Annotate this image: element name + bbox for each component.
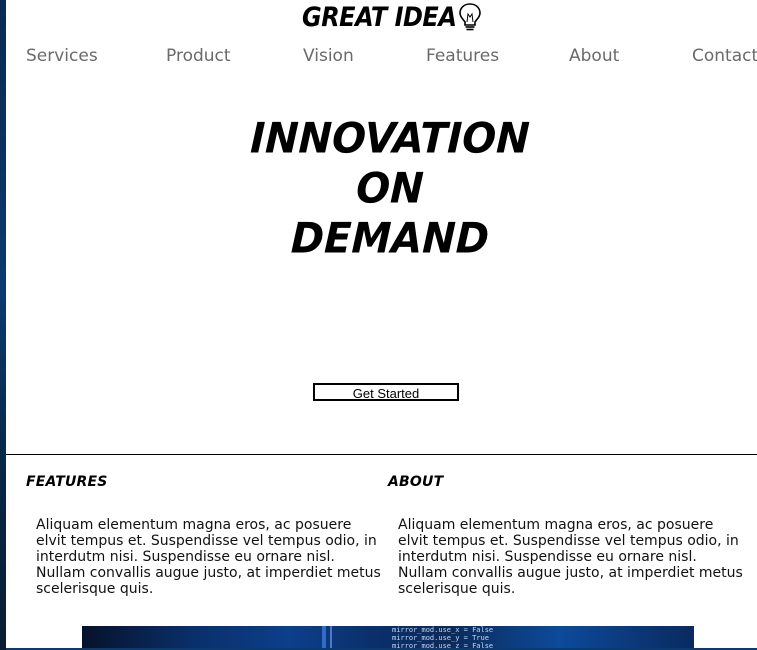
features-heading: FEATURES — [26, 474, 108, 490]
hero-title: INNOVATION ON DEMAND — [230, 114, 550, 264]
hero-line: ON — [355, 164, 425, 214]
window-left-edge — [0, 0, 6, 650]
features-body: Aliquam elementum magna eros, ac posuere… — [36, 517, 381, 597]
hero-line: INNOVATION — [249, 114, 531, 164]
nav-item-vision[interactable]: Vision — [303, 46, 354, 66]
about-body: Aliquam elementum magna eros, ac posuere… — [398, 517, 743, 597]
get-started-button[interactable]: Get Started — [313, 383, 459, 401]
banner-code-text: mirror_mod.use_x = False mirror_mod.use_y… — [392, 626, 493, 650]
site-logo[interactable]: GREAT IDEA — [302, 0, 483, 34]
about-heading: ABOUT — [388, 474, 444, 490]
code-line: mirror_mod.use_x = False — [392, 626, 494, 634]
code-line: mirror_mod.use_y = True — [392, 634, 489, 642]
banner-light-streak — [330, 626, 332, 650]
nav-item-about[interactable]: About — [569, 46, 619, 66]
logo-text: GREAT IDEA — [302, 1, 457, 33]
hero-line: DEMAND — [290, 214, 490, 264]
banner-image: mirror_mod.use_x = False mirror_mod.use_y… — [82, 626, 694, 650]
main-nav: Services Product Vision Features About C… — [0, 46, 757, 72]
nav-item-contact[interactable]: Contact — [692, 46, 757, 66]
lightbulb-icon — [459, 3, 482, 31]
banner-light-streak — [322, 626, 326, 650]
nav-item-services[interactable]: Services — [26, 46, 98, 66]
nav-item-features[interactable]: Features — [426, 46, 499, 66]
nav-item-product[interactable]: Product — [166, 46, 231, 66]
section-divider — [6, 454, 757, 455]
